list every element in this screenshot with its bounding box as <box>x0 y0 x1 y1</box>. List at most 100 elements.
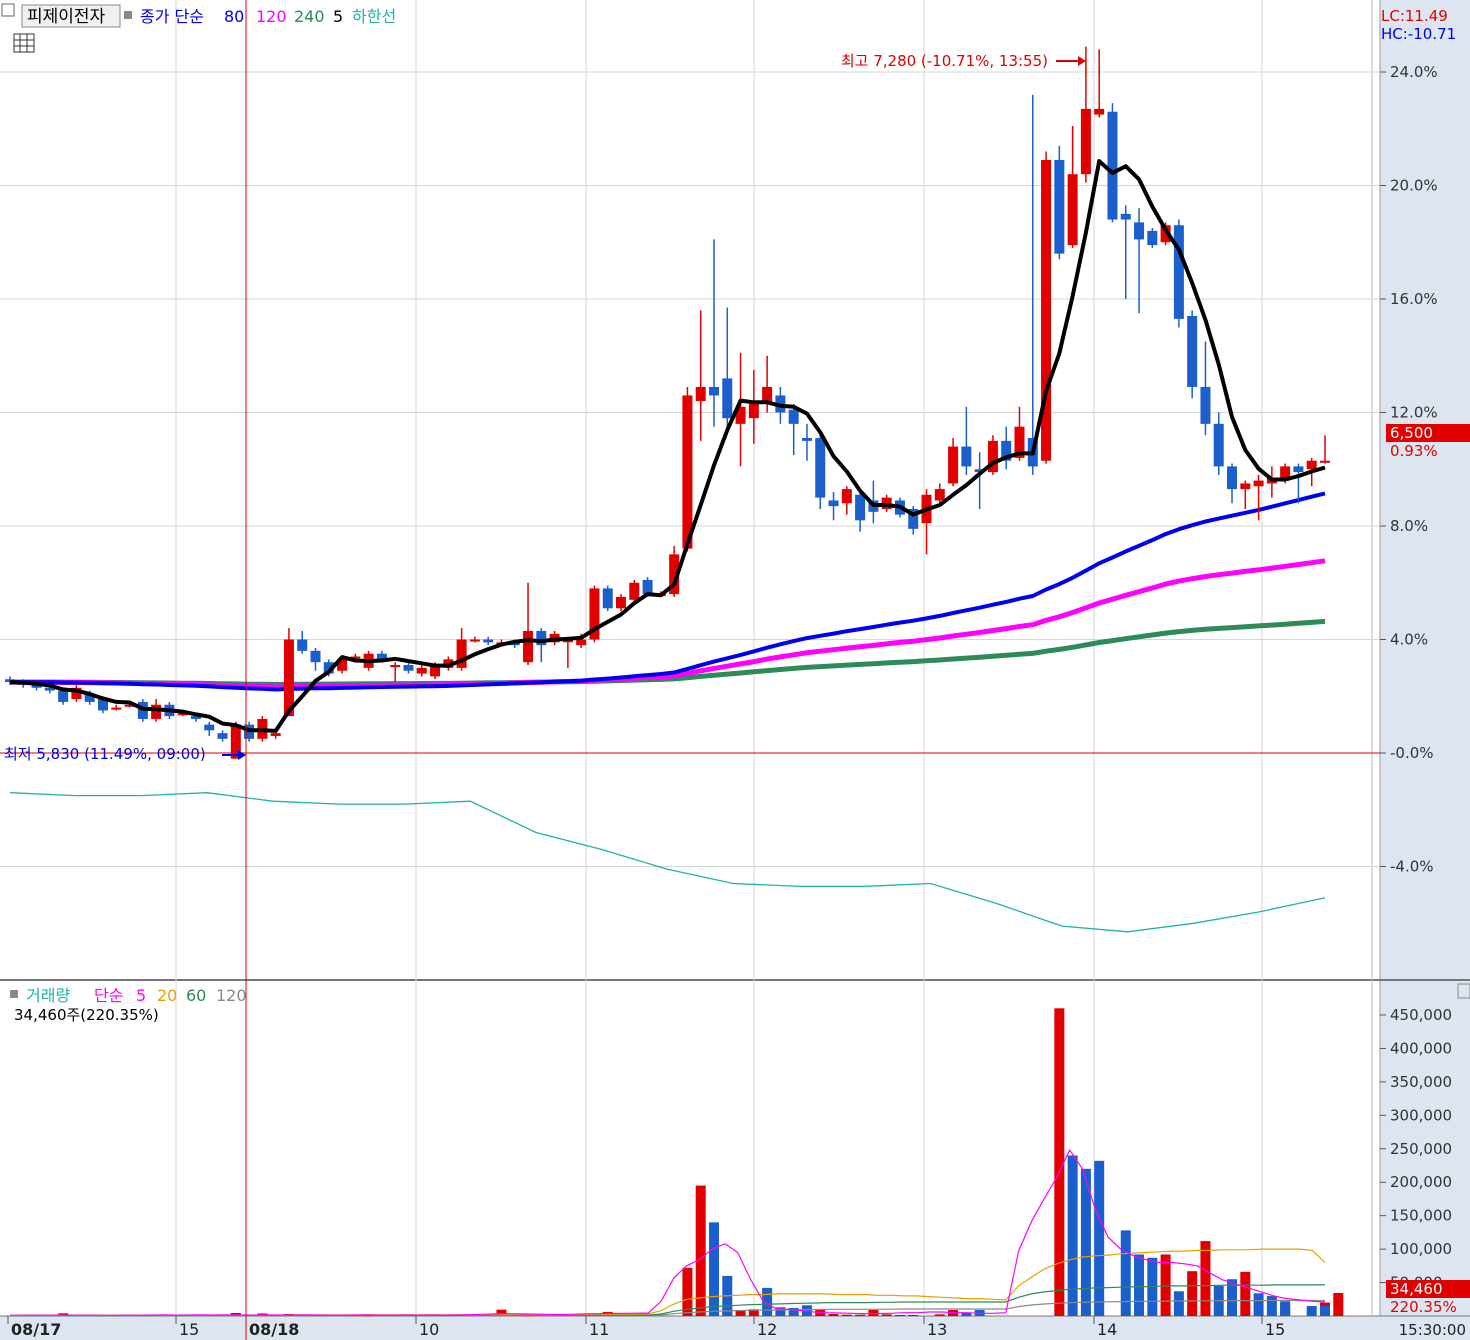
x-tick-label: 08/17 <box>11 1320 61 1339</box>
candle-body <box>1227 466 1238 490</box>
candle-body <box>948 446 959 484</box>
price-tick-label: 20.0% <box>1390 177 1438 195</box>
current-volume-text: 34,460주(220.35%) <box>14 1006 159 1024</box>
volume-legend-prefix[interactable]: 단순 <box>94 986 123 1005</box>
candle-body <box>748 403 759 419</box>
volume-bar-down <box>1266 1295 1277 1316</box>
volume-ma-60[interactable]: 60 <box>186 986 206 1005</box>
high-annotation: 최고 7,280 (-10.71%, 13:55) <box>841 52 1048 70</box>
legend-square-icon <box>124 11 132 19</box>
x-axis-background <box>0 1316 1470 1340</box>
candle-body <box>788 409 799 424</box>
price-tick-label: 4.0% <box>1390 631 1428 649</box>
candle-body <box>111 707 122 710</box>
candle-body <box>682 395 693 549</box>
current-volume-pct-label: 220.35% <box>1390 1298 1457 1316</box>
candle-body <box>403 665 414 671</box>
volume-tick-label: 450,000 <box>1390 1006 1452 1024</box>
volume-bar-up <box>855 1314 866 1316</box>
volume-legend-title[interactable]: 거래량 <box>26 986 70 1005</box>
volume-bar-down <box>1094 1160 1105 1316</box>
volume-bar-down <box>1320 1305 1330 1316</box>
candle-body <box>708 386 719 396</box>
candle-body <box>1293 466 1304 473</box>
legend-box-icon[interactable] <box>1 3 15 17</box>
candle-body <box>616 596 627 609</box>
price-tick-label: -0.0% <box>1390 744 1434 762</box>
volume-bar-up <box>841 1314 852 1316</box>
candle-body <box>469 639 480 642</box>
candle-body <box>1187 316 1198 387</box>
candle-body <box>204 724 215 731</box>
candle-body <box>815 438 826 498</box>
candle-body <box>695 386 706 402</box>
volume-bar-up <box>1200 1241 1211 1316</box>
candle-body <box>416 667 427 674</box>
candle-body <box>297 639 308 651</box>
candle <box>1147 228 1158 248</box>
candle-body <box>1213 423 1224 467</box>
hc-value: HC:-10.71 <box>1381 25 1456 43</box>
candle-body <box>1200 386 1211 424</box>
stock-name[interactable]: 피제이전자 <box>27 7 106 27</box>
candle-body <box>151 704 162 719</box>
lc-value: LC:11.49 <box>1381 7 1448 25</box>
volume-bar-up <box>908 1314 919 1316</box>
candle <box>987 435 998 475</box>
candle <box>1173 219 1184 328</box>
candle <box>1107 103 1118 223</box>
x-tick-label: 14 <box>1097 1320 1117 1339</box>
candle-body <box>1173 225 1184 319</box>
ma-legend-prefix[interactable]: 종가 단순 <box>140 7 204 26</box>
candle-body <box>1120 213 1131 220</box>
candle-body <box>801 438 812 441</box>
volume-bar-up <box>1240 1271 1251 1316</box>
volume-bar-down <box>1280 1301 1291 1316</box>
ma-legend-5[interactable]: 5 <box>333 7 343 26</box>
ma-legend-240[interactable]: 240 <box>294 7 325 26</box>
price-tick-label: 8.0% <box>1390 517 1428 535</box>
volume-tick-label: 350,000 <box>1390 1073 1452 1091</box>
candle-body <box>1134 222 1145 240</box>
candle-body <box>576 639 587 646</box>
grid-table-icon[interactable] <box>13 33 35 53</box>
candle-body <box>390 665 401 668</box>
volume-panel-toggle-icon[interactable] <box>1457 983 1470 999</box>
volume-tick-label: 300,000 <box>1390 1106 1452 1124</box>
x-tick-label: 15 <box>1265 1320 1285 1339</box>
volume-bar-down <box>708 1222 719 1316</box>
volume-tick-label: 100,000 <box>1390 1240 1452 1258</box>
candle <box>815 432 826 509</box>
volume-ma-5[interactable]: 5 <box>136 986 146 1005</box>
volume-bar-down <box>1120 1230 1131 1316</box>
candle-body <box>1240 483 1251 490</box>
x-tick-label: 10 <box>419 1320 439 1339</box>
volume-bar-up <box>1333 1292 1344 1316</box>
volume-ma-20[interactable]: 20 <box>157 986 177 1005</box>
candle-body <box>828 500 839 507</box>
volume-ma-120[interactable]: 120 <box>216 986 247 1005</box>
volume-bar-up <box>1187 1271 1198 1316</box>
candle <box>1054 145 1065 260</box>
candle <box>1187 310 1198 399</box>
candle-body <box>217 733 228 739</box>
x-tick-label: 12 <box>757 1320 777 1339</box>
envelope-legend[interactable]: 하한선 <box>352 7 396 26</box>
current-price-label: 6,500 <box>1390 424 1433 442</box>
ma-legend-80[interactable]: 80 <box>224 7 244 26</box>
x-tick-label: 15 <box>179 1320 199 1339</box>
volume-bar-down <box>1173 1291 1184 1316</box>
candle-body <box>58 690 69 702</box>
price-tick-label: 24.0% <box>1390 63 1438 81</box>
ma-legend-120[interactable]: 120 <box>256 7 287 26</box>
stock-chart[interactable]: 24.0% 20.0% 16.0% 12.0% 8.0% 4.0% -0.0% -4.0% 45… <box>0 0 1470 1340</box>
candle-body <box>1253 480 1264 487</box>
volume-bar-down <box>1134 1254 1145 1316</box>
chart-background <box>0 0 1470 1340</box>
volume-tick-label: 400,000 <box>1390 1039 1452 1057</box>
candle-body <box>1306 460 1317 470</box>
candle-body <box>961 446 972 467</box>
candle-body <box>642 579 653 595</box>
volume-bar-up <box>1054 1008 1065 1316</box>
candle-body <box>841 489 852 504</box>
